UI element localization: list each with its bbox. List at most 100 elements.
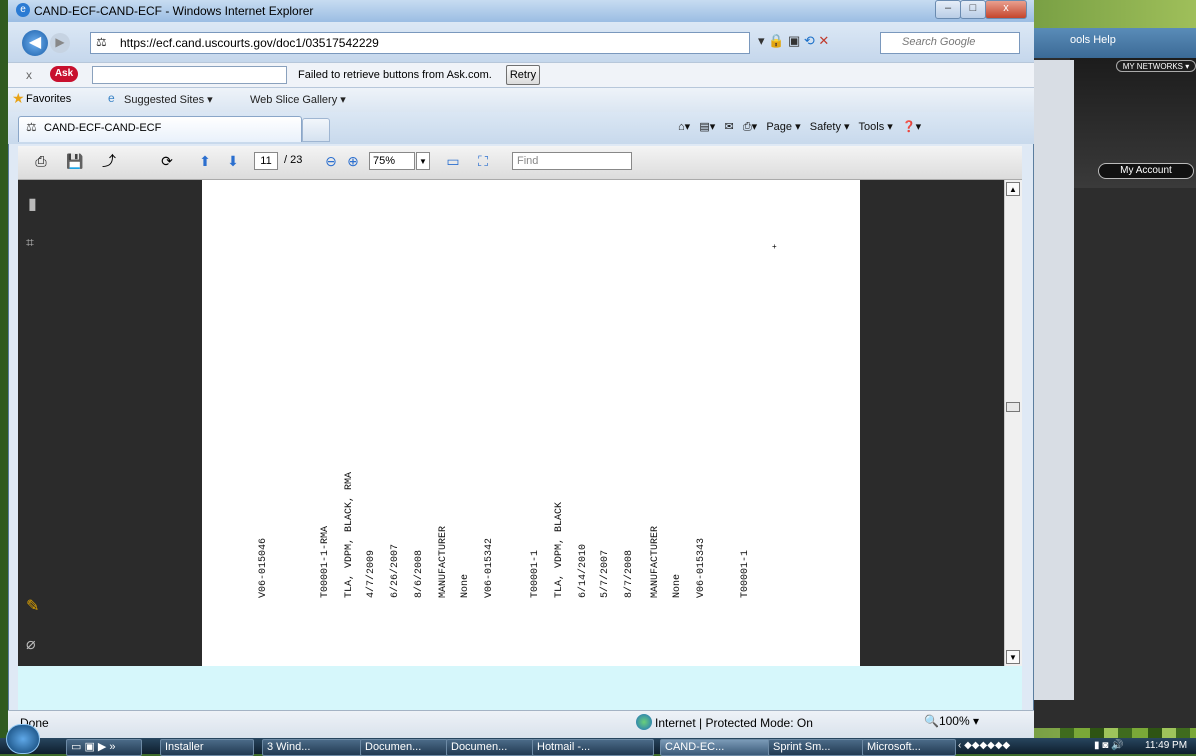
zoom-dropdown-icon[interactable]: ▼ [416,152,430,170]
fit-page-icon[interactable]: ▭ [442,150,464,172]
pdf-table-cell: V06-015046 [258,537,269,598]
taskbar-button-windows[interactable]: 3 Wind... [262,739,362,756]
zoom-out-icon[interactable]: ⊖ [320,150,342,172]
favorites-button[interactable]: Favorites [26,93,71,105]
retry-button[interactable]: Retry [506,65,540,85]
minimize-button[interactable]: – [935,0,961,19]
new-tab-button[interactable] [302,118,330,142]
quick-launch[interactable]: ▭ ▣ ▶ » [66,739,142,756]
print-icon[interactable]: ⎙▾ [743,121,757,133]
forward-button[interactable]: ▶ [50,33,70,53]
start-button[interactable] [6,724,40,754]
taskbar-button-microsoft[interactable]: Microsoft... [862,739,956,756]
fit-width-icon[interactable]: ⛶ [472,150,494,172]
page-total: / 23 [284,154,303,166]
taskbar-button-hotmail[interactable]: Hotmail -... [532,739,654,756]
taskbar-button-installer[interactable]: Installer [160,739,254,756]
taskbar-button-document-2[interactable]: Documen... [446,739,534,756]
address-url[interactable]: https://ecf.cand.uscourts.gov/doc1/03517… [120,36,379,50]
zoom-level-select[interactable]: 75% [369,152,415,170]
pages-panel-icon[interactable]: ▮ [28,194,37,214]
ie-logo-icon: e [16,3,30,17]
pdf-table-cell: None [460,573,471,598]
pdf-table-cell: TLA, VDPM, BLACK [554,501,565,598]
pdf-navigation-pane [18,180,62,666]
scroll-down-button[interactable]: ▼ [1006,650,1020,664]
status-bar [8,710,1034,738]
page-bottom-area [18,666,1022,710]
help-menu[interactable]: ❓▾ [902,121,921,133]
page-zoom-button[interactable]: 🔍100% ▾ [924,714,979,728]
internet-zone-icon [636,714,652,730]
save-icon[interactable]: 💾 [64,150,86,172]
pdf-table-cell: 4/7/2009 [366,549,377,598]
pdf-table-cell: 6/26/2007 [390,543,401,598]
compat-icon[interactable]: ▣ [788,33,800,48]
safety-menu[interactable]: Safety ▾ [810,121,850,133]
ask-error-message: Failed to retrieve buttons from Ask.com. [298,69,492,81]
stop-icon[interactable]: ✕ [818,33,829,48]
tab-label[interactable]: CAND-ECF-CAND-ECF [44,122,161,134]
feeds-icon[interactable]: ▤▾ [699,121,715,133]
pdf-table-cell: 8/6/2008 [414,549,425,598]
favorites-star-icon[interactable]: ★ [12,90,25,107]
address-tools[interactable]: ▾ 🔒 ▣ ⟲ ✕ [758,33,829,49]
pdf-table-cell: T00001-1 [530,549,541,598]
window-title: CAND-ECF-CAND-ECF - Windows Internet Exp… [34,4,314,18]
close-button[interactable]: x [985,0,1027,19]
my-account-button[interactable]: My Account [1098,163,1194,179]
suggested-sites-icon: e [108,91,115,105]
zoom-in-icon[interactable]: ⊕ [342,150,364,172]
ask-toolbar-close-button[interactable]: x [26,68,32,82]
system-tray-icons[interactable]: ▮ ◙ 🔊 [1094,740,1124,751]
scroll-thumb[interactable] [1006,402,1020,412]
refresh-icon[interactable]: ⟲ [804,33,815,48]
pdf-table-cell: TLA, VDPM, BLACK, RMA [344,471,355,598]
page-mark: + [772,242,777,251]
security-zone-text[interactable]: Internet | Protected Mode: On [655,716,813,730]
tab-favicon-icon: ⚖ [26,120,37,134]
paperclip-icon[interactable]: ⌀ [26,634,36,654]
mail-icon[interactable]: ✉ [724,121,733,133]
back-button[interactable]: ◀ [22,30,48,56]
web-slice-gallery-link[interactable]: Web Slice Gallery ▾ [250,93,346,106]
comments-icon[interactable]: ✎ [26,596,39,616]
background-window-menu[interactable]: ools Help [1070,34,1116,46]
attachments-panel-icon[interactable]: ⌗ [26,234,34,251]
pdf-table-cell: 8/7/2008 [624,549,635,598]
site-favicon-icon: ⚖ [96,35,107,49]
share-icon[interactable]: ⤴ [98,150,120,172]
tray-expand-icon[interactable]: ‹ ◆◆◆◆◆◆ [958,740,1010,751]
pdf-table-cell: V06-015342 [484,537,495,598]
collaborate-icon[interactable]: ⟳ [156,150,178,172]
next-page-icon[interactable]: ⬇ [222,150,244,172]
my-networks-button[interactable]: MY NETWORKS ▾ [1116,60,1196,72]
taskbar-button-cand-ecf[interactable]: CAND-EC... [660,739,770,756]
print-icon[interactable]: ⎙ [30,150,52,172]
scroll-up-button[interactable]: ▲ [1006,182,1020,196]
find-input[interactable]: Find [512,152,632,170]
search-placeholder: Search Google [902,36,976,48]
lock-icon[interactable]: 🔒 [768,33,784,48]
page-number-input[interactable]: 11 [254,152,278,170]
command-bar: ⌂▾ ▤▾ ✉ ⎙▾ Page ▾ Safety ▾ Tools ▾ ❓▾ [678,120,921,134]
pdf-table-cell: 5/7/2007 [600,549,611,598]
pdf-table-cell: V06-015343 [696,537,707,598]
pdf-table-cell: 6/14/2010 [578,543,589,598]
suggested-sites-link[interactable]: Suggested Sites ▾ [124,93,213,106]
home-icon[interactable]: ⌂▾ [678,121,690,133]
taskbar-clock[interactable]: 11:49 PM [1145,740,1187,751]
pdf-table-cell: MANUFACTURER [650,525,661,598]
pdf-table-cell: T00001-1 [740,549,751,598]
taskbar-button-document-1[interactable]: Documen... [360,739,448,756]
tools-menu[interactable]: Tools ▾ [859,121,893,133]
page-menu[interactable]: Page ▾ [766,121,800,133]
taskbar-button-sprint[interactable]: Sprint Sm... [768,739,864,756]
window-controls: – □ x [935,0,1027,19]
maximize-button[interactable]: □ [960,0,986,19]
previous-page-icon[interactable]: ⬆ [194,150,216,172]
pdf-table-cell: MANUFACTURER [438,525,449,598]
ask-logo[interactable]: Ask [50,66,78,82]
ask-search-input[interactable] [92,66,287,84]
pdf-vertical-scrollbar[interactable] [1004,180,1022,666]
